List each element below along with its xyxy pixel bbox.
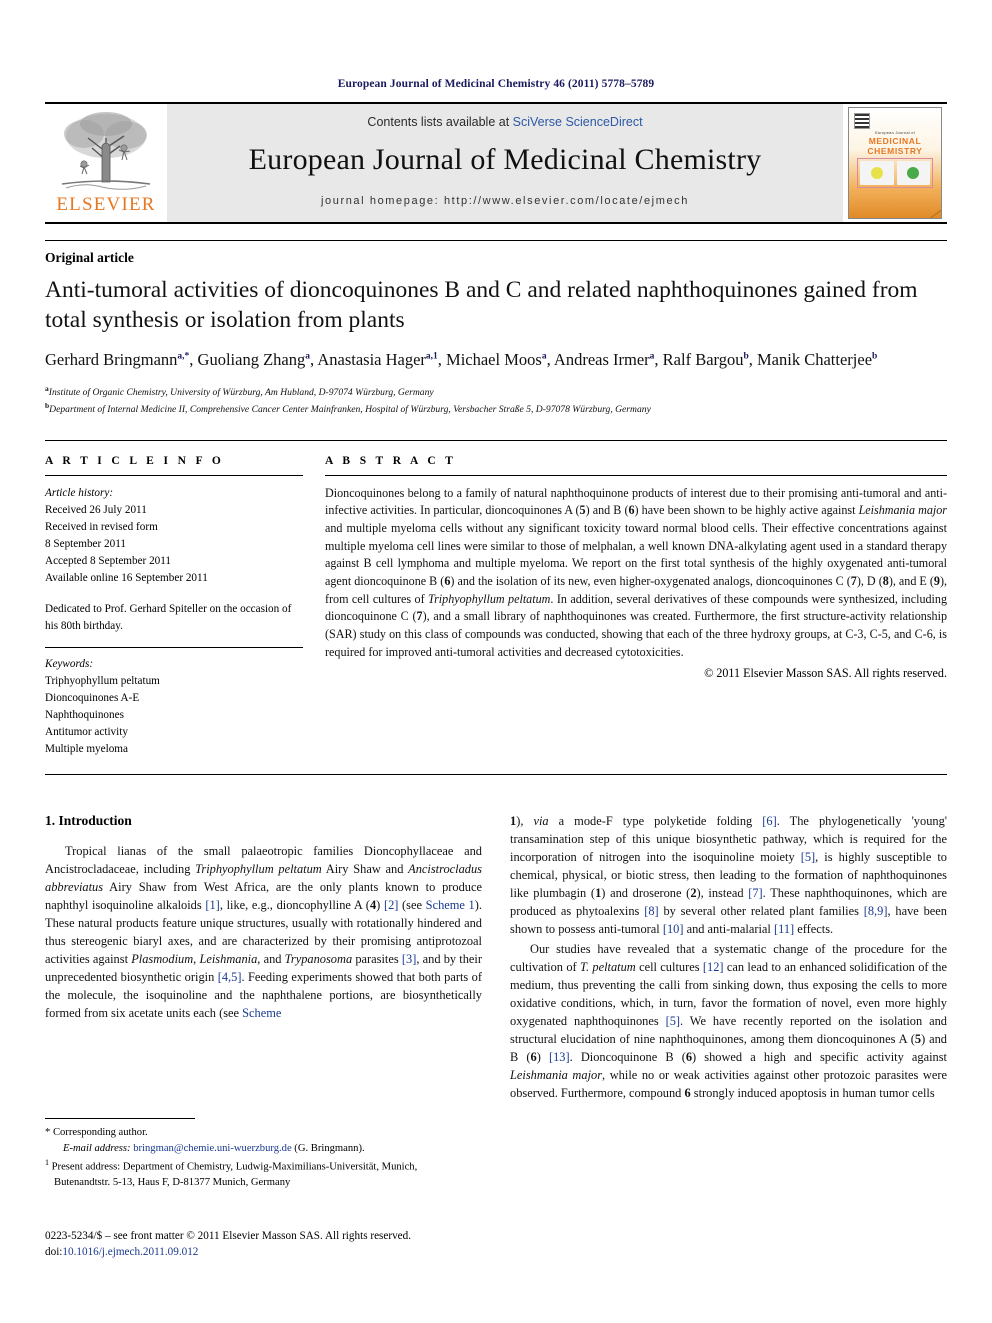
keyword-item: Multiple myeloma	[45, 742, 128, 755]
keywords-label: Keywords:	[45, 657, 94, 670]
qr-code-icon	[854, 113, 870, 129]
cover-molecule-right-icon	[896, 161, 930, 185]
footnote-email: E-mail address: bringman@chemie.uni-wuer…	[63, 1142, 365, 1154]
elsevier-wordmark: ELSEVIER	[56, 194, 156, 215]
history-item: Accepted 8 September 2011	[45, 554, 172, 567]
dedication-note: Dedicated to Prof. Gerhard Spiteller on …	[45, 602, 292, 632]
body-column-right: 1), via a mode-F type polyketide folding…	[510, 813, 947, 1105]
history-item: Received in revised form	[45, 520, 158, 533]
elsevier-tree-icon	[61, 112, 151, 190]
cover-title: MEDICINAL CHEMISTRY	[849, 136, 941, 157]
journal-homepage-link[interactable]: journal homepage: http://www.elsevier.co…	[321, 195, 689, 207]
intro-paragraph-right-1: 1), via a mode-F type polyketide folding…	[510, 813, 948, 936]
history-item: 8 September 2011	[45, 537, 126, 550]
article-info-heading: A R T I C L E I N F O	[45, 454, 225, 467]
footnote-divider	[45, 1118, 195, 1119]
page-title: Anti-tumoral activities of dioncoquinone…	[45, 277, 918, 333]
affiliation-b: bDepartment of Internal Medicine II, Com…	[45, 400, 947, 417]
divider	[45, 646, 303, 648]
affiliation-b-text: Department of Internal Medicine II, Comp…	[49, 404, 651, 416]
cover-journal-small: European Journal of	[875, 130, 915, 135]
cover-diagonal-line	[896, 207, 941, 218]
divider	[325, 474, 947, 476]
journal-cover-thumbnail: European Journal of MEDICINAL CHEMISTRY	[843, 104, 947, 222]
doi-line: doi:10.1016/j.ejmech.2011.09.012	[45, 1244, 515, 1260]
abstract-column: A B S T R A C T Dioncoquinones belong to…	[325, 455, 947, 758]
paper-page: European Journal of Medicinal Chemistry …	[0, 0, 992, 1323]
running-head: European Journal of Medicinal Chemistry …	[337, 78, 655, 90]
cover-title-line2: CHEMISTRY	[867, 145, 923, 156]
affiliation-a-text: Institute of Organic Chemistry, Universi…	[48, 387, 434, 399]
abstract-text: Dioncoquinones belong to a family of nat…	[325, 485, 948, 659]
journal-masthead: ELSEVIER Contents lists available at Sci…	[45, 102, 947, 224]
footnote-present-address: 1 Present address: Department of Chemist…	[45, 1157, 418, 1189]
abstract-copyright: © 2011 Elsevier Masson SAS. All rights r…	[704, 666, 947, 681]
sciencedirect-link[interactable]: SciVerse ScienceDirect	[513, 115, 643, 129]
footnote-corresponding-author: * Corresponding author.	[45, 1127, 148, 1138]
body-columns: 1. Introduction Tropical lianas of the s…	[45, 813, 947, 1105]
article-info-column: A R T I C L E I N F O Article history: R…	[45, 455, 303, 758]
journal-title: European Journal of Medicinal Chemistry	[248, 143, 762, 176]
contents-prefix: Contents lists available at	[367, 115, 513, 129]
footnotes: * Corresponding author. E-mail address: …	[45, 1118, 475, 1191]
imprint-block: 0223-5234/$ – see front matter © 2011 El…	[45, 1228, 515, 1260]
article-type: Original article	[45, 240, 947, 266]
cover-image: European Journal of MEDICINAL CHEMISTRY	[848, 107, 942, 219]
article-history-block: Article history: Received 26 July 2011 R…	[45, 485, 303, 587]
cover-title-line1: MEDICINAL	[868, 136, 922, 146]
doi-label: doi:	[45, 1246, 63, 1259]
doi-link[interactable]: 10.1016/j.ejmech.2011.09.012	[62, 1246, 198, 1258]
body-column-left: 1. Introduction Tropical lianas of the s…	[45, 813, 482, 1105]
article-info-abstract-band: A R T I C L E I N F O Article history: R…	[45, 439, 947, 775]
history-item: Received 26 July 2011	[45, 503, 147, 516]
keyword-item: Naphthoquinones	[45, 708, 124, 721]
divider	[45, 474, 303, 476]
imprint-line: 0223-5234/$ – see front matter © 2011 El…	[45, 1230, 412, 1242]
keywords-block: Keywords: Triphyophyllum peltatum Dionco…	[45, 656, 303, 758]
author-list: Gerhard Bringmanna,*, Guoliang Zhanga, A…	[45, 350, 878, 370]
intro-paragraph-left: Tropical lianas of the small palaeotropi…	[45, 843, 483, 1020]
keyword-item: Dioncoquinones A-E	[45, 691, 140, 704]
section-heading-introduction: 1. Introduction	[45, 812, 132, 828]
history-item: Available online 16 September 2011	[45, 571, 208, 584]
keyword-item: Triphyophyllum peltatum	[45, 674, 160, 687]
affiliation-a: aInstitute of Organic Chemistry, Univers…	[45, 383, 947, 400]
intro-paragraph-right-2: Our studies have revealed that a systema…	[510, 941, 947, 1100]
cover-figure-panel	[857, 158, 933, 188]
abstract-heading: A B S T R A C T	[325, 454, 457, 467]
elsevier-logo: ELSEVIER	[45, 104, 167, 222]
keyword-item: Antitumor activity	[45, 725, 128, 738]
masthead-center: Contents lists available at SciVerse Sci…	[167, 104, 843, 222]
cover-molecule-left-icon	[860, 161, 894, 185]
article-history-label: Article history:	[45, 486, 114, 499]
contents-available-line: Contents lists available at SciVerse Sci…	[367, 115, 642, 129]
affiliations: aInstitute of Organic Chemistry, Univers…	[45, 383, 947, 418]
